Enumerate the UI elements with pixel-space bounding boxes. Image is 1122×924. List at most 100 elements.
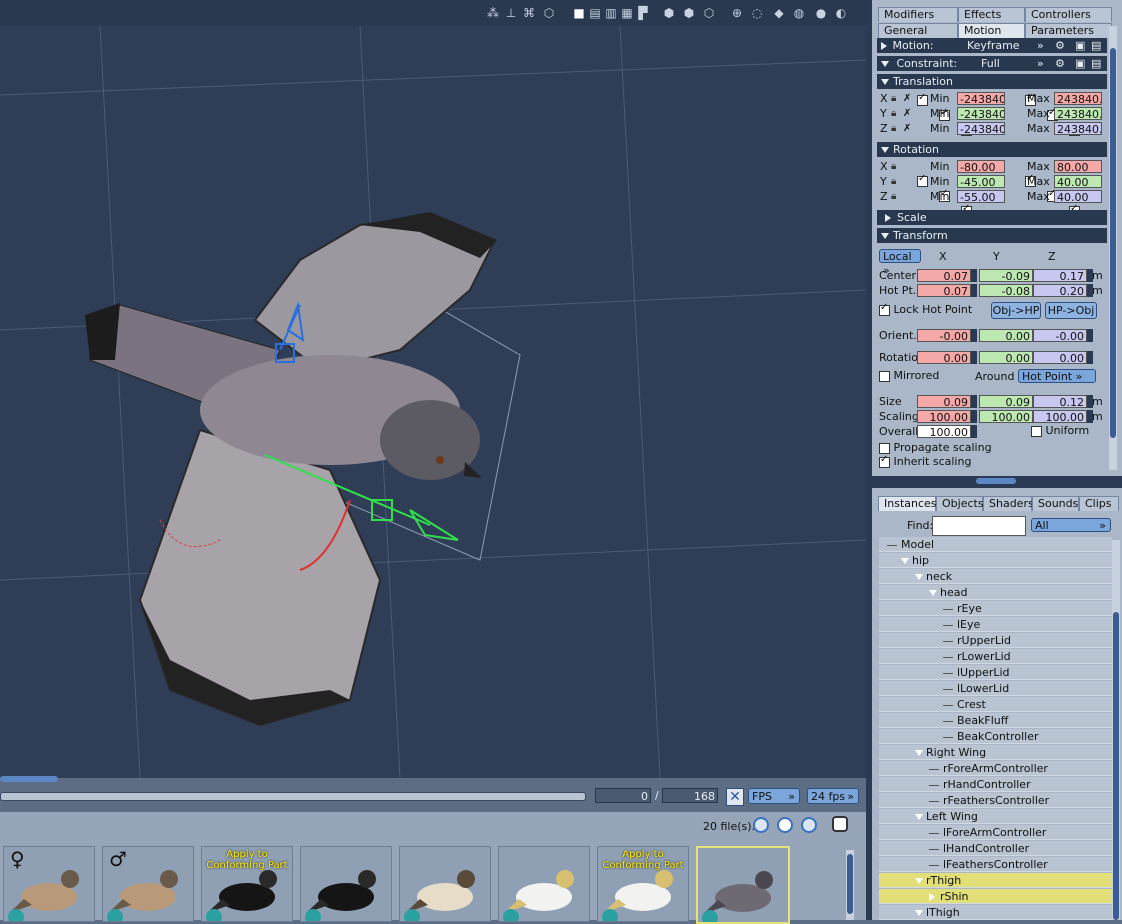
tab-parameters[interactable]: Parameters [1025,23,1112,38]
cube-shaded-icon[interactable]: ⬢ [682,6,696,20]
save-icon[interactable]: ▣ [1075,38,1085,53]
tree-node[interactable]: neck [879,569,1112,584]
tree-node[interactable]: lUpperLid [879,665,1112,680]
lock-icon[interactable]: 🔒︎ [891,91,896,106]
tab-objects[interactable]: Objects [936,496,984,511]
tree-node[interactable]: rFeathersController [879,793,1112,808]
propagate-checkbox[interactable] [879,442,890,454]
max-field[interactable]: 40.00 [1054,190,1102,203]
corner-view-icon[interactable]: ▛ [636,6,650,20]
collapse-icon[interactable] [881,61,889,67]
tree-node[interactable]: rEye [879,601,1112,616]
total-frames-field[interactable]: 168 [662,788,718,803]
tab-modifiers[interactable]: Modifiers [878,7,958,22]
tree-node[interactable]: BeakController [879,729,1112,744]
min-field[interactable]: -55.00 [957,190,1005,203]
uniform[interactable]: Uniform [1031,424,1089,437]
tab-instances[interactable]: Instances [878,496,937,511]
fps-mode-dropdown[interactable]: FPS» [748,788,800,804]
lock-icon[interactable]: 🔒︎ [891,174,896,189]
max-field[interactable]: 40.00 [1054,175,1102,188]
gray-sphere-icon[interactable]: ◍ [792,6,806,20]
tab-controllers[interactable]: Controllers [1025,7,1112,22]
file-menu-icon[interactable] [832,816,848,832]
large-icons-icon[interactable] [801,817,817,833]
box-icon[interactable]: ◆ [772,6,786,20]
tab-sounds[interactable]: Sounds [1032,496,1079,511]
tree-node[interactable]: Right Wing [879,745,1112,760]
content-thumbnail[interactable]: ♀ [3,846,95,922]
small-icons-icon[interactable] [753,817,769,833]
four-view-icon[interactable]: ▦ [620,6,634,20]
min-checkbox[interactable] [917,92,928,106]
x-spinner[interactable] [971,329,977,342]
wire-icon[interactable]: ⌘ [522,6,536,20]
content-thumbnail[interactable] [300,846,392,922]
x-field[interactable]: 0.09 [917,395,971,408]
tree-node[interactable]: rLowerLid [879,649,1112,664]
tree-node[interactable]: BeakFluff [879,713,1112,728]
hexagon-icon[interactable]: ⬡ [542,6,556,20]
mirrored-checkbox[interactable] [879,370,890,382]
y-field[interactable]: 100.00 [979,410,1033,423]
load-icon[interactable]: ▤ [1091,56,1101,71]
loop-icon[interactable]: ✕ [726,788,744,806]
light-sphere-icon[interactable]: ◐ [834,6,848,20]
min-field[interactable]: -80.00 [957,160,1005,173]
around-dropdown[interactable]: Hot Point » [1018,369,1096,383]
pigeon-model[interactable] [85,212,497,727]
tree-node[interactable]: lForeArmController [879,825,1112,840]
y-field[interactable]: 0.09 [979,395,1033,408]
collapse-icon[interactable] [915,814,923,820]
max-field[interactable]: 243840.0 [1054,122,1102,135]
tab-effects[interactable]: Effects [958,7,1025,22]
tab-motion[interactable]: Motion [958,23,1025,38]
gear-icon[interactable]: ⚙ [1055,38,1065,53]
tree-node[interactable]: rThigh [879,873,1112,888]
sliders-icon[interactable]: ⊥ [504,6,518,20]
lock-icon[interactable]: 🔒︎ [891,159,896,174]
timeline-grip[interactable] [0,776,58,782]
3d-viewport[interactable]: ⁂ ⊥ ⌘ ⬡ ■ ▤ ▥ ▦ ▛ ⬢ ⬢ ⬡ ⊕ ◌ ◆ ◍ ● ◐ [0,0,866,778]
content-thumbnail[interactable] [399,846,491,922]
param-scrollbar[interactable] [1109,26,1117,470]
overall-field[interactable]: 100.00 [917,425,971,438]
pin-icon[interactable]: ✗ [903,121,911,136]
scrollbar-thumb[interactable] [847,854,853,914]
collapse-icon[interactable] [901,558,909,564]
tree-node[interactable]: lThigh [879,905,1112,920]
filter-dropdown[interactable]: All» [1031,518,1111,532]
x-field[interactable]: 0.00 [917,351,971,364]
z-spinner[interactable] [1087,351,1093,364]
horizontal-splitter[interactable] [872,476,1122,488]
lock-icon[interactable]: 🔒︎ [891,189,896,204]
tree-node[interactable]: lEye [879,617,1112,632]
tab-shaders[interactable]: Shaders [983,496,1034,511]
min-checkbox[interactable] [917,173,928,187]
tab-general[interactable]: General [878,23,958,38]
uniform-checkbox[interactable] [1031,425,1042,437]
scrollbar-thumb[interactable] [1113,612,1119,920]
inherit-scaling[interactable]: Inherit scaling [879,454,971,468]
y-field[interactable]: 0.00 [979,351,1033,364]
save-icon[interactable]: ▣ [1075,56,1085,71]
tab-clips[interactable]: Clips [1079,496,1119,511]
tree-node[interactable]: hip [879,553,1112,568]
collapse-icon[interactable] [929,590,937,596]
x-spinner[interactable] [971,269,977,282]
rotation-header[interactable]: Rotation [877,142,1107,157]
fps-dropdown[interactable]: 24 fps» [807,788,859,804]
min-field[interactable]: -45.00 [957,175,1005,188]
propagate-scaling[interactable]: Propagate scaling [879,441,992,454]
lock-hot-point[interactable]: Lock Hot Point [879,302,972,316]
dotted-sphere-icon[interactable]: ◌ [750,6,764,20]
motion-value[interactable]: Keyframe [967,38,1020,53]
collapse-icon[interactable] [915,878,923,884]
joint-icon[interactable]: ⁂ [486,6,500,20]
x-spinner[interactable] [971,395,977,408]
content-scrollbar[interactable] [846,850,854,920]
hp-to-obj-button[interactable]: HP->Obj [1045,302,1097,319]
lock-icon[interactable]: 🔒︎ [891,121,896,136]
current-frame-field[interactable]: 0 [595,788,651,803]
expand-icon[interactable] [881,42,887,50]
